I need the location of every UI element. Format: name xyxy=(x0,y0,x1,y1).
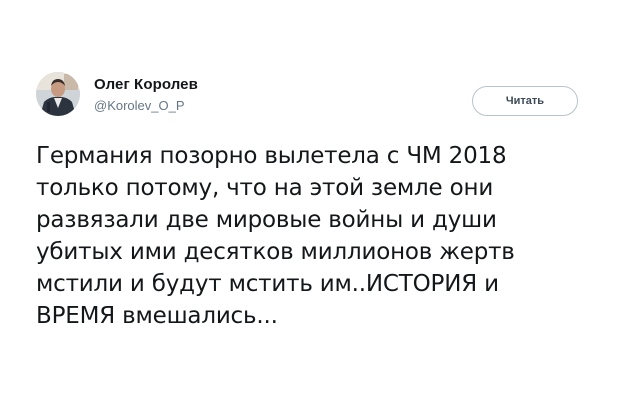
author-handle[interactable]: @Korolev_O_P xyxy=(94,97,198,115)
tweet-text: Германия позорно вылетела с ЧМ 2018 толь… xyxy=(36,143,515,329)
avatar[interactable] xyxy=(36,72,80,116)
tweet-header: Олег Королев @Korolev_O_P Читать xyxy=(36,72,586,124)
avatar-photo-icon xyxy=(36,72,80,116)
follow-button[interactable]: Читать xyxy=(472,86,578,116)
author-display-name[interactable]: Олег Королев xyxy=(94,76,198,94)
author-info: Олег Королев @Korolev_O_P xyxy=(94,76,198,115)
tweet-card: Олег Королев @Korolev_O_P Читать Германи… xyxy=(0,0,620,420)
